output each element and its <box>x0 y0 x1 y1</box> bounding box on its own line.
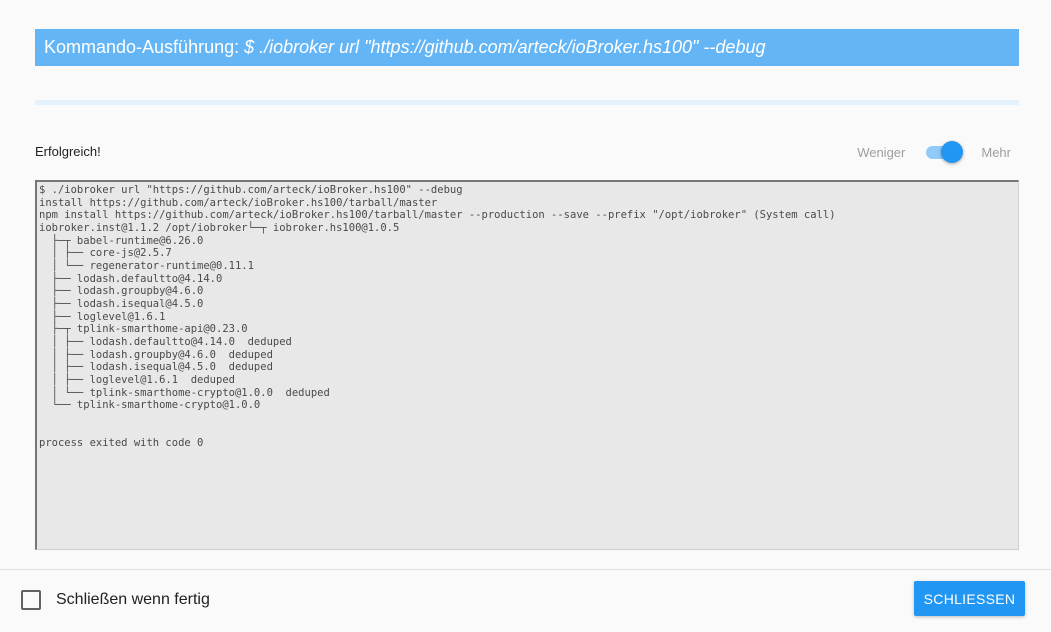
dialog-title: Kommando-Ausführung: $ ./iobroker url "h… <box>35 29 1019 66</box>
log-line: │ └── regenerator-runtime@0.11.1 <box>39 259 254 272</box>
title-command: $ ./iobroker url "https://github.com/art… <box>244 37 766 57</box>
log-line: │ ├── lodash.groupby@4.6.0 deduped <box>39 348 273 361</box>
status-text: Erfolgreich! <box>35 144 101 159</box>
log-line: └── tplink-smarthome-crypto@1.0.0 <box>39 399 261 412</box>
log-line: ├── lodash.groupby@4.6.0 <box>39 285 204 298</box>
toggle-label-more[interactable]: Mehr <box>981 145 1011 160</box>
log-line: │ ├── core-js@2.5.7 <box>39 247 172 260</box>
log-line: process exited with code 0 <box>39 437 204 450</box>
log-line: install https://github.com/arteck/ioBrok… <box>39 196 438 209</box>
close-when-done-checkbox[interactable] <box>21 590 41 610</box>
log-line: ├── lodash.defaultto@4.14.0 <box>39 272 223 285</box>
progress-bar <box>35 100 1019 105</box>
log-line: iobroker.inst@1.1.2 /opt/iobroker└─┬ iob… <box>39 221 400 234</box>
detail-toggle-group: Weniger Mehr <box>849 140 1019 164</box>
log-line: ├── lodash.isequal@4.5.0 <box>39 297 204 310</box>
log-line: $ ./iobroker url "https://github.com/art… <box>39 184 463 196</box>
log-line: ├── loglevel@1.6.1 <box>39 310 166 323</box>
footer-divider <box>0 569 1051 570</box>
toggle-thumb[interactable] <box>941 141 964 163</box>
toggle-label-less[interactable]: Weniger <box>857 145 905 160</box>
detail-toggle-switch[interactable] <box>923 141 964 163</box>
close-when-done-label[interactable]: Schließen wenn fertig <box>56 591 210 609</box>
command-dialog: Kommando-Ausführung: $ ./iobroker url "h… <box>0 0 1051 632</box>
log-line: ├─┬ babel-runtime@6.26.0 <box>39 234 204 247</box>
log-line: │ ├── lodash.defaultto@4.14.0 deduped <box>39 335 292 348</box>
log-output[interactable]: $ ./iobroker url "https://github.com/art… <box>35 180 1019 550</box>
progress-bar-fill <box>35 100 1019 105</box>
log-line: npm install https://github.com/arteck/io… <box>39 209 836 222</box>
log-line: ├─┬ tplink-smarthome-api@0.23.0 <box>39 323 248 336</box>
log-line: │ ├── lodash.isequal@4.5.0 deduped <box>39 361 273 374</box>
log-line: │ └── tplink-smarthome-crypto@1.0.0 dedu… <box>39 386 330 399</box>
close-button[interactable]: SCHLIESSEN <box>914 581 1025 616</box>
log-line: │ ├── loglevel@1.6.1 deduped <box>39 373 235 386</box>
title-prefix: Kommando-Ausführung: <box>44 37 245 57</box>
close-when-done-option[interactable]: Schließen wenn fertig <box>21 590 210 610</box>
log-text: $ ./iobroker url "https://github.com/art… <box>39 184 1018 450</box>
